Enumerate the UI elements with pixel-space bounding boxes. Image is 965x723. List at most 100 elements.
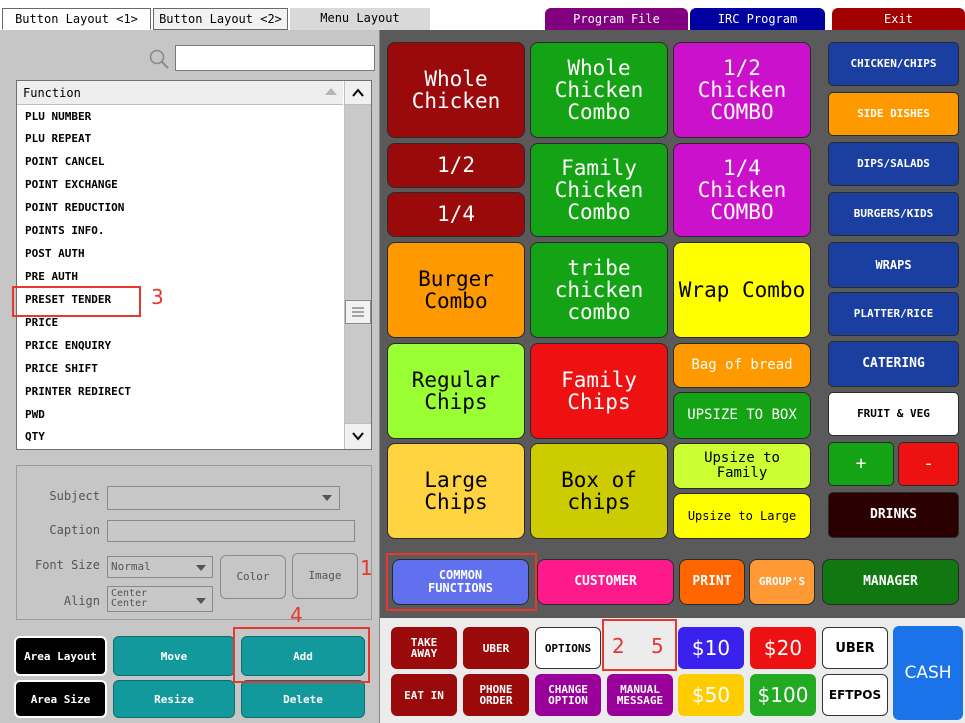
groups-button[interactable]: GROUP'S [749, 559, 815, 605]
annotation-number-5: 5 [651, 634, 664, 658]
print-button[interactable]: PRINT [679, 559, 745, 605]
options-button[interactable]: OPTIONS [535, 627, 601, 669]
box-of-chips-button[interactable]: Box of chips [530, 443, 668, 539]
ten-dollar-button[interactable]: $10 [678, 627, 744, 669]
eftpos-button[interactable]: EFTPOS [822, 674, 888, 716]
burger-combo-button[interactable]: Burger Combo [387, 242, 525, 338]
list-item[interactable]: POINT EXCHANGE [17, 174, 343, 196]
font-size-label: Font Size [34, 558, 100, 572]
annotation-box-1 [386, 553, 537, 611]
regular-chips-button[interactable]: Regular Chips [387, 343, 525, 439]
take-away-button[interactable]: TAKE AWAY [391, 627, 457, 669]
scrollbar-track[interactable] [345, 105, 371, 423]
category-catering[interactable]: CATERING [828, 341, 959, 387]
annotation-number-3: 3 [151, 285, 164, 309]
resize-button[interactable]: Resize [113, 680, 235, 718]
manual-message-button[interactable]: MANUAL MESSAGE [607, 674, 673, 716]
image-button[interactable]: Image [292, 553, 358, 599]
chevron-down-icon [322, 495, 332, 501]
annotation-number-2: 2 [612, 634, 625, 658]
half-chicken-combo-button[interactable]: 1/2 Chicken COMBO [673, 42, 811, 138]
delete-button[interactable]: Delete [241, 680, 365, 718]
whole-chicken-combo-button[interactable]: Whole Chicken Combo [530, 42, 668, 138]
category-fruit-veg[interactable]: FRUIT & VEG [828, 392, 959, 436]
category-wraps[interactable]: WRAPS [828, 242, 959, 288]
list-item[interactable]: PLU REPEAT [17, 128, 343, 150]
list-item[interactable]: POINT CANCEL [17, 151, 343, 173]
list-item[interactable]: PLU NUMBER [17, 106, 343, 128]
category-platter-rice[interactable]: PLATTER/RICE [828, 292, 959, 336]
quarter-chicken-button[interactable]: 1/4 [387, 192, 525, 237]
list-item[interactable]: PRE AUTH [17, 266, 343, 288]
move-button[interactable]: Move [113, 636, 235, 676]
annotation-box-4 [233, 627, 370, 683]
upsize-to-box-button[interactable]: UPSIZE TO BOX [673, 392, 811, 439]
list-item[interactable]: PRINTER REDIRECT [17, 381, 343, 403]
search-input[interactable] [175, 45, 375, 71]
upsize-to-large-button[interactable]: Upsize to Large [673, 493, 811, 539]
annotation-number-1: 1 [360, 556, 373, 580]
category-side-dishes[interactable]: SIDE DISHES [828, 92, 959, 136]
chevron-down-icon [352, 432, 364, 441]
list-item[interactable]: POINTS INFO. [17, 220, 343, 242]
quarter-chicken-combo-button[interactable]: 1/4 Chicken COMBO [673, 143, 811, 237]
change-option-button[interactable]: CHANGE OPTION [535, 674, 601, 716]
category-burgers-kids[interactable]: BURGERS/KIDS [828, 192, 959, 236]
category-dips-salads[interactable]: DIPS/SALADS [828, 142, 959, 186]
tab-menu-layout[interactable]: Menu Layout [290, 8, 430, 30]
annotation-number-4: 4 [290, 603, 303, 627]
list-item[interactable]: QTY [17, 426, 343, 448]
search-icon[interactable] [148, 48, 170, 70]
eat-in-button[interactable]: EAT IN [391, 674, 457, 716]
chevron-down-icon [196, 565, 206, 571]
customer-button[interactable]: CUSTOMER [537, 559, 674, 605]
subject-label: Subject [49, 489, 100, 503]
tab-button-layout-2[interactable]: Button Layout <2> [153, 8, 288, 30]
drinks-button[interactable]: DRINKS [828, 492, 959, 538]
align-label: Align [63, 594, 100, 608]
bag-of-bread-button[interactable]: Bag of bread [673, 343, 811, 388]
fifty-dollar-button[interactable]: $50 [678, 674, 744, 716]
caption-label: Caption [49, 523, 100, 537]
area-layout-button[interactable]: Area Layout [14, 636, 107, 676]
menu-lines-icon [352, 307, 364, 317]
list-item[interactable]: PWD [17, 404, 343, 426]
family-chips-button[interactable]: Family Chips [530, 343, 668, 439]
manager-button[interactable]: MANAGER [822, 559, 959, 605]
list-item[interactable]: PRICE SHIFT [17, 358, 343, 380]
area-size-button[interactable]: Area Size [14, 680, 107, 718]
wrap-combo-button[interactable]: Wrap Combo [673, 242, 811, 338]
category-chicken-chips[interactable]: CHICKEN/CHIPS [828, 42, 959, 86]
uber-tender-button[interactable]: UBER [822, 627, 888, 669]
whole-chicken-button[interactable]: Whole Chicken [387, 42, 525, 138]
irc-program-button[interactable]: IRC Program [690, 8, 825, 30]
minus-button[interactable]: - [898, 442, 959, 486]
subject-select[interactable] [107, 486, 340, 510]
exit-button[interactable]: Exit [832, 8, 965, 30]
cash-button[interactable]: CASH [893, 626, 963, 720]
annotation-box-3 [12, 286, 141, 317]
tribe-chicken-combo-button[interactable]: tribe chicken combo [530, 242, 668, 338]
hundred-dollar-button[interactable]: $100 [750, 674, 816, 716]
program-file-button[interactable]: Program File [545, 8, 688, 30]
function-column-header[interactable]: Function [17, 81, 343, 105]
twenty-dollar-button[interactable]: $20 [750, 627, 816, 669]
color-button[interactable]: Color [220, 555, 286, 599]
uber-order-button[interactable]: UBER [463, 627, 529, 669]
tab-button-layout-1[interactable]: Button Layout <1> [2, 8, 151, 30]
list-item[interactable]: POINT REDUCTION [17, 197, 343, 219]
chevron-up-icon [352, 88, 364, 97]
list-item[interactable]: PRICE ENQUIRY [17, 335, 343, 357]
list-item[interactable]: POST AUTH [17, 243, 343, 265]
sort-ascending-icon [325, 88, 337, 95]
scroll-thumb[interactable] [345, 300, 371, 324]
scroll-up-button[interactable] [345, 81, 371, 105]
family-chicken-combo-button[interactable]: Family Chicken Combo [530, 143, 668, 237]
scroll-down-button[interactable] [345, 423, 371, 449]
upsize-to-family-button[interactable]: Upsize to Family [673, 443, 811, 489]
large-chips-button[interactable]: Large Chips [387, 443, 525, 539]
phone-order-button[interactable]: PHONE ORDER [463, 674, 529, 716]
caption-field[interactable] [107, 520, 355, 542]
plus-button[interactable]: + [828, 442, 894, 486]
half-chicken-button[interactable]: 1/2 [387, 143, 525, 188]
